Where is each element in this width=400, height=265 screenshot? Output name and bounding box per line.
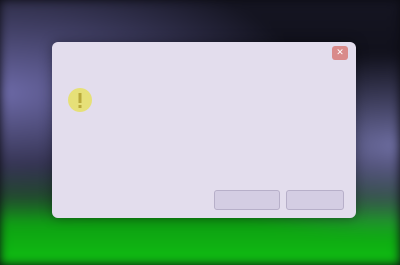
primary-button[interactable] [214, 190, 280, 210]
warning-icon [68, 88, 92, 112]
secondary-button[interactable] [286, 190, 344, 210]
close-icon: ✕ [336, 48, 344, 58]
dialog-titlebar[interactable]: ✕ [52, 42, 356, 64]
close-button[interactable]: ✕ [332, 46, 348, 60]
dialog-window: ✕ [52, 42, 356, 218]
